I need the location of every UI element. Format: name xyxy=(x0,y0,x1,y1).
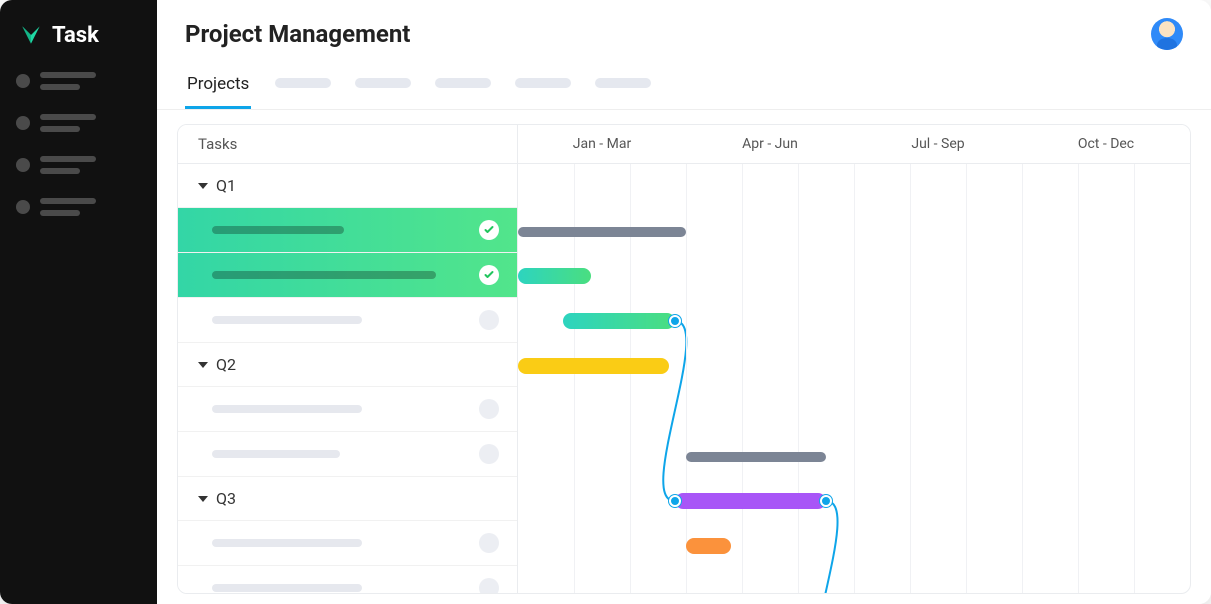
tab-placeholder[interactable] xyxy=(355,78,411,88)
gantt-chart: Tasks Jan - Mar Apr - Jun Jul - Sep Oct … xyxy=(177,124,1191,594)
check-empty-icon xyxy=(479,533,499,553)
tabs: Projects xyxy=(157,58,1211,110)
nav-dot-icon xyxy=(16,116,30,130)
task-bar[interactable] xyxy=(518,268,591,284)
task-bar[interactable] xyxy=(563,313,675,329)
task-row[interactable] xyxy=(178,208,517,253)
tasks-column-header: Tasks xyxy=(178,125,518,163)
group-row[interactable]: Q3 xyxy=(178,477,517,521)
task-title-placeholder xyxy=(212,584,362,592)
tab-placeholder[interactable] xyxy=(275,78,331,88)
task-row[interactable] xyxy=(178,387,517,432)
tab-placeholder[interactable] xyxy=(595,78,651,88)
nav-items xyxy=(0,66,157,246)
summary-bar[interactable] xyxy=(686,452,826,462)
caret-down-icon xyxy=(198,183,208,189)
task-title-placeholder xyxy=(212,450,340,458)
quarter-header: Oct - Dec xyxy=(1022,125,1190,163)
user-avatar[interactable] xyxy=(1151,18,1183,50)
main: Project Management Projects Tasks Jan - … xyxy=(157,0,1211,604)
nav-dot-icon xyxy=(16,74,30,88)
check-done-icon xyxy=(479,265,499,285)
nav-dot-icon xyxy=(16,200,30,214)
timeline xyxy=(518,164,1190,594)
quarter-header: Jan - Mar xyxy=(518,125,686,163)
link-dot-icon xyxy=(820,495,832,507)
task-bar[interactable] xyxy=(686,538,731,554)
nav-item[interactable] xyxy=(16,156,141,174)
content: Tasks Jan - Mar Apr - Jun Jul - Sep Oct … xyxy=(157,110,1211,604)
quarter-header: Jul - Sep xyxy=(854,125,1022,163)
task-row[interactable] xyxy=(178,521,517,566)
task-title-placeholder xyxy=(212,405,362,413)
group-label: Q1 xyxy=(216,176,236,195)
header: Project Management xyxy=(157,0,1211,58)
caret-down-icon xyxy=(198,362,208,368)
timeline-header: Jan - Mar Apr - Jun Jul - Sep Oct - Dec xyxy=(518,125,1190,163)
task-list: Q1 Q2 Q3 xyxy=(178,164,518,594)
task-bar[interactable] xyxy=(675,493,826,509)
task-row[interactable] xyxy=(178,253,517,298)
tab-projects[interactable]: Projects xyxy=(185,66,251,109)
check-done-icon xyxy=(479,220,499,240)
caret-down-icon xyxy=(198,496,208,502)
tab-placeholder[interactable] xyxy=(435,78,491,88)
quarter-header: Apr - Jun xyxy=(686,125,854,163)
link-dot-icon xyxy=(669,315,681,327)
brand-name: Task xyxy=(52,23,99,48)
gantt-header: Tasks Jan - Mar Apr - Jun Jul - Sep Oct … xyxy=(178,125,1190,164)
nav-item[interactable] xyxy=(16,114,141,132)
nav-item[interactable] xyxy=(16,72,141,90)
tab-placeholder[interactable] xyxy=(515,78,571,88)
brand: Task xyxy=(0,12,157,66)
link-dot-icon xyxy=(669,495,681,507)
task-title-placeholder xyxy=(212,271,436,279)
page-title: Project Management xyxy=(185,20,410,48)
check-empty-icon xyxy=(479,444,499,464)
sidebar: Task xyxy=(0,0,157,604)
task-title-placeholder xyxy=(212,226,344,234)
task-title-placeholder xyxy=(212,316,362,324)
task-row[interactable] xyxy=(178,298,517,343)
check-empty-icon xyxy=(479,578,499,594)
check-empty-icon xyxy=(479,399,499,419)
check-empty-icon xyxy=(479,310,499,330)
task-row[interactable] xyxy=(178,566,517,594)
task-title-placeholder xyxy=(212,539,362,547)
task-bar[interactable] xyxy=(518,358,669,374)
nav-item[interactable] xyxy=(16,198,141,216)
summary-bar[interactable] xyxy=(518,227,686,237)
group-row[interactable]: Q2 xyxy=(178,343,517,387)
task-row[interactable] xyxy=(178,432,517,477)
group-row[interactable]: Q1 xyxy=(178,164,517,208)
nav-dot-icon xyxy=(16,158,30,172)
group-label: Q2 xyxy=(216,355,236,374)
app-window: Task Project Management Projects Tasks xyxy=(0,0,1211,604)
group-label: Q3 xyxy=(216,489,236,508)
logo-icon xyxy=(18,22,44,48)
gantt-body: Q1 Q2 Q3 xyxy=(178,164,1190,594)
